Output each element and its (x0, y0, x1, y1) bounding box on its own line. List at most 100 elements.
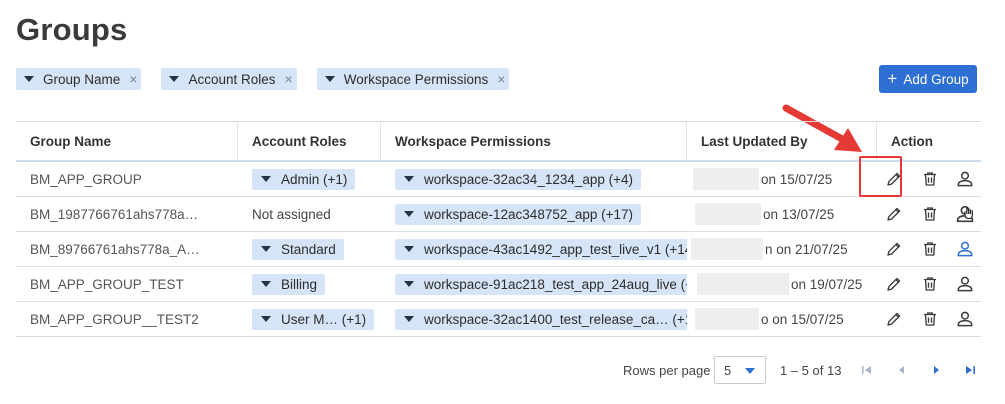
caret-down-icon (404, 176, 414, 182)
last-updated-cell: on 19/07/25 (687, 267, 877, 301)
caret-down-icon (404, 281, 414, 287)
pagination: Rows per page 5 1 – 5 of 13 (0, 355, 1005, 385)
caret-down-icon (404, 211, 414, 217)
close-icon[interactable]: × (285, 72, 293, 86)
group-name-cell: BM_89766761ahs778a_A… (30, 241, 200, 257)
workspace-cell: workspace-43ac1492_app_test_live_v1 (+14… (381, 232, 687, 266)
close-icon[interactable]: × (129, 72, 137, 86)
workspace-tag[interactable]: workspace-32ac1400_test_release_ca… (+12… (395, 308, 687, 330)
pencil-icon[interactable] (883, 238, 905, 260)
add-group-button[interactable]: + Add Group (879, 65, 977, 93)
table-row: BM_APP_GROUP_TEST Billing workspace-91ac… (16, 267, 981, 302)
first-page-icon[interactable] (860, 363, 874, 377)
filter-chip-label: Account Roles (188, 71, 276, 87)
account-roles-cell: User M… (+1) (238, 302, 381, 336)
trash-icon[interactable] (919, 238, 941, 260)
user-icon[interactable] (954, 308, 976, 330)
table-row: BM_APP_GROUP__TEST2 User M… (+1) workspa… (16, 302, 981, 337)
filter-chip-account-roles[interactable]: Account Roles × (161, 68, 297, 90)
caret-down-icon (404, 246, 414, 252)
updated-date: on 13/07/25 (763, 206, 835, 222)
rows-per-page-label: Rows per page (623, 363, 711, 378)
action-cell (877, 197, 981, 231)
trash-icon[interactable] (919, 168, 941, 190)
workspace-cell: workspace-32ac34_1234_app (+4) (381, 162, 687, 196)
trash-icon[interactable] (919, 203, 941, 225)
pagination-range: 1 – 5 of 13 (780, 363, 842, 378)
filter-chip-workspace-permissions[interactable]: Workspace Permissions × (316, 68, 510, 90)
account-roles-cell: Standard (238, 232, 381, 266)
redacted-name (691, 238, 763, 260)
close-icon[interactable]: × (497, 72, 505, 86)
previous-page-icon[interactable] (895, 363, 909, 377)
updated-date: on 19/07/25 (791, 276, 863, 292)
workspace-tag[interactable]: workspace-91ac218_test_app_24aug_live (+… (395, 273, 687, 295)
pencil-icon[interactable] (883, 273, 905, 295)
role-label: Billing (281, 276, 318, 292)
filter-bar: Group Name × Account Roles × Workspace P… (16, 68, 510, 90)
table-row: BM_APP_GROUP Admin (+1) workspace-32ac34… (16, 162, 981, 197)
user-icon[interactable] (954, 168, 976, 190)
add-group-label: Add Group (903, 71, 969, 87)
rows-per-page-value: 5 (724, 362, 732, 378)
caret-down-icon (261, 176, 271, 182)
action-cell (877, 232, 981, 266)
column-header-account-roles[interactable]: Account Roles (238, 122, 381, 160)
trash-icon[interactable] (919, 273, 941, 295)
updated-date: on 15/07/25 (761, 171, 833, 187)
caret-down-icon (261, 246, 271, 252)
table-header-row: Group Name Account Roles Workspace Permi… (16, 122, 981, 162)
filter-chip-group-name[interactable]: Group Name × (16, 68, 142, 90)
groups-table: Group Name Account Roles Workspace Permi… (16, 121, 981, 337)
column-header-workspace-permissions[interactable]: Workspace Permissions (381, 122, 687, 160)
group-name-cell: BM_APP_GROUP (30, 171, 142, 187)
workspace-tag[interactable]: workspace-12ac348752_app (+17) (395, 203, 642, 225)
last-page-icon[interactable] (963, 363, 977, 377)
caret-down-icon (404, 316, 414, 322)
next-page-icon[interactable] (929, 363, 943, 377)
column-header-last-updated-by[interactable]: Last Updated By (687, 122, 877, 160)
table-row: BM_89766761ahs778a_A… Standard workspace… (16, 232, 981, 267)
last-updated-cell: on 13/07/25 (687, 197, 877, 231)
rows-per-page-select[interactable]: 5 (714, 356, 766, 384)
redacted-name (695, 203, 761, 225)
caret-down-icon (745, 368, 755, 374)
role-tag[interactable]: User M… (+1) (252, 308, 375, 330)
workspace-label: workspace-32ac34_1234_app (+4) (424, 171, 634, 187)
caret-down-icon (261, 316, 271, 322)
role-label: User M… (+1) (281, 311, 367, 327)
last-updated-cell: o on 15/07/25 (687, 302, 877, 336)
role-tag[interactable]: Standard (252, 238, 344, 260)
workspace-label: workspace-12ac348752_app (+17) (424, 206, 634, 222)
plus-icon: + (887, 68, 898, 88)
workspace-tag[interactable]: workspace-43ac1492_app_test_live_v1 (+14… (395, 238, 687, 260)
workspace-cell: workspace-91ac218_test_app_24aug_live (+… (381, 267, 687, 301)
user-icon-with-hand-cursor[interactable] (954, 203, 976, 225)
caret-down-icon (324, 76, 335, 82)
workspace-label: workspace-91ac218_test_app_24aug_live (+… (424, 276, 687, 292)
action-cell (877, 302, 981, 336)
group-name-cell: BM_1987766761ahs778a… (30, 206, 199, 222)
pencil-icon[interactable] (883, 308, 905, 330)
workspace-cell: workspace-12ac348752_app (+17) (381, 197, 687, 231)
role-tag[interactable]: Billing (252, 273, 326, 295)
last-updated-cell: on 15/07/25 (687, 162, 877, 196)
group-name-cell: BM_APP_GROUP__TEST2 (30, 311, 199, 327)
workspace-cell: workspace-32ac1400_test_release_ca… (+12… (381, 302, 687, 336)
caret-down-icon (24, 76, 34, 82)
workspace-tag[interactable]: workspace-32ac34_1234_app (+4) (395, 168, 642, 190)
caret-down-icon (261, 281, 271, 287)
table-row: BM_1987766761ahs778a… Not assigned works… (16, 197, 981, 232)
trash-icon[interactable] (919, 308, 941, 330)
user-icon[interactable] (954, 273, 976, 295)
workspace-label: workspace-32ac1400_test_release_ca… (+12… (424, 311, 687, 327)
pencil-icon[interactable] (883, 203, 905, 225)
column-header-group-name[interactable]: Group Name (16, 122, 238, 160)
caret-down-icon (169, 76, 180, 82)
user-icon-active[interactable] (954, 238, 976, 260)
redacted-name (695, 308, 759, 330)
page-title: Groups (16, 12, 128, 47)
role-tag[interactable]: Admin (+1) (252, 168, 356, 190)
account-roles-cell: Not assigned (252, 206, 331, 222)
updated-date: n on 21/07/25 (765, 241, 848, 257)
